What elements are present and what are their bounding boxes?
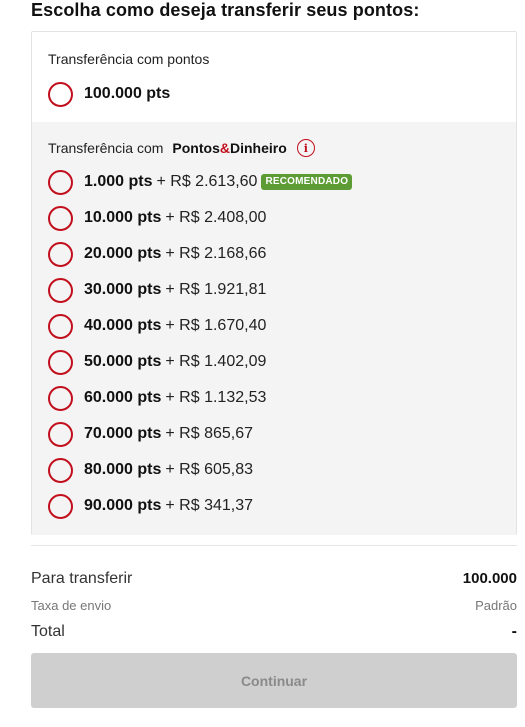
radio-button[interactable] [48, 313, 73, 339]
pontos-dinheiro-brand: Pontos&Dinheiro [172, 140, 286, 156]
points-and-money-section: Transferência com Pontos&Dinheiro i 1.00… [32, 122, 516, 535]
option-points: 40.000 pts [84, 317, 162, 334]
option-points: 90.000 pts [84, 497, 162, 514]
mix-section-title: Transferência com Pontos&Dinheiro i [48, 139, 315, 157]
points-only-section: Transferência com pontos 100.000 pts [32, 32, 516, 122]
total-label: Total [31, 623, 65, 640]
option-money: + R$ 1.670,40 [165, 317, 267, 334]
radio-button[interactable] [48, 457, 73, 483]
radio-button[interactable] [48, 169, 73, 195]
radio-button[interactable] [48, 421, 73, 447]
radio-button[interactable] [48, 385, 73, 411]
option-money: + R$ 1.132,53 [165, 389, 267, 406]
option-money: + R$ 2.408,00 [165, 209, 267, 226]
option-points-only[interactable]: 100.000 pts [48, 81, 170, 107]
option-points: 10.000 pts [84, 209, 162, 226]
fee-label: Taxa de envio [31, 598, 112, 613]
option-points-money[interactable]: 60.000 pts + R$ 1.132,53 [48, 385, 266, 411]
option-points-money[interactable]: 40.000 pts + R$ 1.670,40 [48, 313, 266, 339]
transfer-options-card: Transferência com pontos 100.000 pts Tra… [31, 31, 517, 535]
radio-button[interactable] [48, 277, 73, 303]
option-points: 60.000 pts [84, 389, 162, 406]
summary-transfer-row: Para transferir 100.000 [31, 570, 517, 588]
page-title: Escolha como deseja transferir seus pont… [31, 0, 420, 20]
radio-button[interactable] [48, 349, 73, 375]
radio-button[interactable] [48, 493, 73, 519]
info-icon[interactable]: i [296, 139, 315, 157]
option-money: + R$ 1.402,09 [165, 353, 267, 370]
option-points-money[interactable]: 30.000 pts + R$ 1.921,81 [48, 277, 266, 303]
option-points: 1.000 pts [84, 173, 153, 190]
option-points: 20.000 pts [84, 245, 162, 262]
option-points-money[interactable]: 1.000 pts + R$ 2.613,60 RECOMENDADO [48, 169, 353, 195]
option-money: + R$ 341,37 [165, 497, 254, 514]
option-points-money[interactable]: 80.000 pts + R$ 605,83 [48, 457, 253, 483]
continue-button[interactable]: Continuar [31, 653, 517, 708]
option-money: + R$ 605,83 [165, 461, 254, 478]
radio-button[interactable] [48, 241, 73, 267]
brand-ampersand: & [219, 140, 230, 156]
brand-word-dinheiro: Dinheiro [230, 140, 287, 156]
option-money: + R$ 2.613,60 [156, 173, 258, 190]
points-section-label: Transferência com pontos [48, 51, 210, 67]
summary-total-row: Total - [31, 623, 517, 641]
option-points: 50.000 pts [84, 353, 162, 370]
option-points-money[interactable]: 70.000 pts + R$ 865,67 [48, 421, 253, 447]
option-points: 30.000 pts [84, 281, 162, 298]
option-points-money[interactable]: 90.000 pts + R$ 341,37 [48, 493, 253, 519]
summary-fee-row: Taxa de envio Padrão [31, 598, 517, 613]
transfer-label: Para transferir [31, 570, 133, 587]
option-points: 100.000 pts [84, 85, 171, 102]
total-value: - [511, 623, 517, 640]
option-points: 80.000 pts [84, 461, 162, 478]
brand-word-pontos: Pontos [172, 140, 220, 156]
fee-value: Padrão [475, 598, 517, 613]
recommended-badge: RECOMENDADO [261, 174, 353, 190]
radio-button[interactable] [48, 81, 73, 107]
option-points: 70.000 pts [84, 425, 162, 442]
mix-section-label: Transferência com [48, 140, 164, 156]
transfer-points-page: Escolha como deseja transferir seus pont… [0, 0, 525, 727]
summary-divider [31, 545, 517, 546]
option-money: + R$ 1.921,81 [165, 281, 267, 298]
option-points-money[interactable]: 20.000 pts + R$ 2.168,66 [48, 241, 266, 267]
radio-button[interactable] [48, 205, 73, 231]
transfer-value: 100.000 [462, 570, 517, 587]
option-money: + R$ 865,67 [165, 425, 254, 442]
option-money: + R$ 2.168,66 [165, 245, 267, 262]
option-points-money[interactable]: 50.000 pts + R$ 1.402,09 [48, 349, 266, 375]
option-points-money[interactable]: 10.000 pts + R$ 2.408,00 [48, 205, 266, 231]
